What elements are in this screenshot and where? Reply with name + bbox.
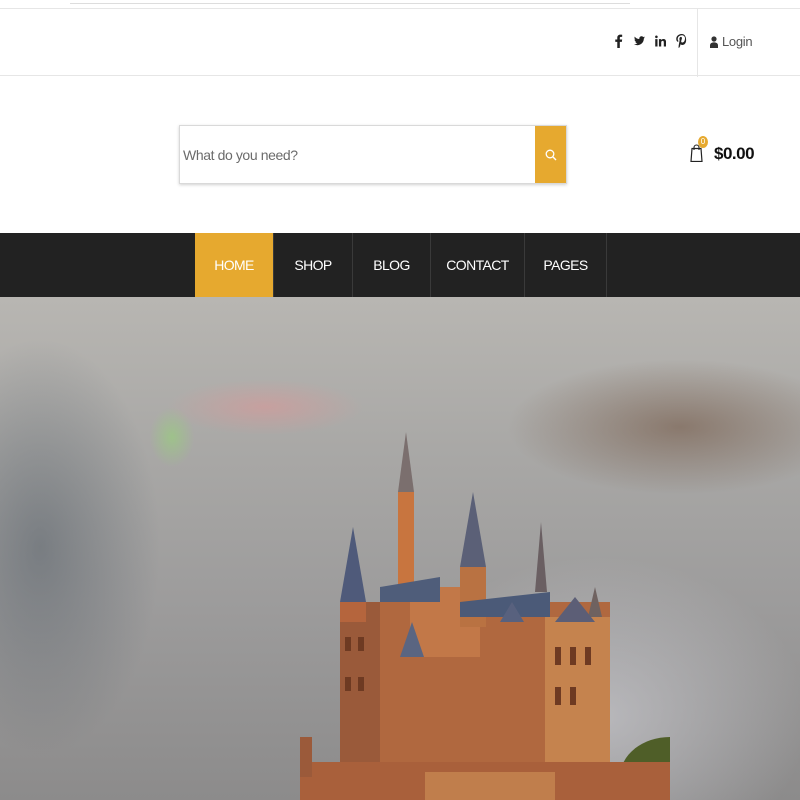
nav-item-home[interactable]: HOME <box>195 233 274 297</box>
top-bar-divider <box>697 9 698 77</box>
search-icon <box>545 149 556 160</box>
facebook-icon[interactable] <box>613 33 624 49</box>
social-links <box>613 33 687 49</box>
cart-count-badge: 0 <box>698 136 708 148</box>
hero-banner <box>0 297 800 800</box>
top-strip <box>70 0 630 4</box>
nav-item-blog[interactable]: BLOG <box>353 233 431 297</box>
nav-item-pages[interactable]: PAGES <box>525 233 607 297</box>
search-input[interactable] <box>180 126 536 183</box>
pinterest-icon[interactable] <box>676 33 687 49</box>
user-icon <box>710 35 718 48</box>
main-nav: HOME SHOP BLOG CONTACT PAGES <box>195 233 607 297</box>
castle-image <box>300 432 670 800</box>
login-label: Login <box>722 34 753 49</box>
cart-total: $0.00 <box>714 144 755 163</box>
twitter-icon[interactable] <box>634 33 645 49</box>
login-link[interactable]: Login <box>710 34 753 49</box>
nav-item-contact[interactable]: CONTACT <box>431 233 525 297</box>
linkedin-icon[interactable] <box>655 33 666 49</box>
main-nav-bar: HOME SHOP BLOG CONTACT PAGES <box>0 233 800 297</box>
cart-widget[interactable]: 0 $0.00 <box>690 136 755 164</box>
nav-item-shop[interactable]: SHOP <box>274 233 353 297</box>
cart-icon: 0 <box>690 136 708 164</box>
search-bar <box>179 125 567 184</box>
search-button[interactable] <box>535 126 566 183</box>
top-bar: Login <box>0 8 800 77</box>
